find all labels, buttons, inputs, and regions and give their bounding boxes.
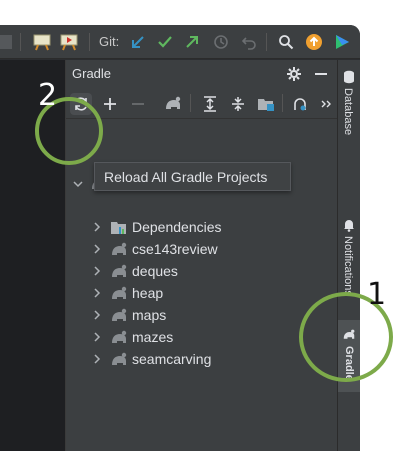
tree-item-label[interactable]: Dependencies	[132, 219, 222, 235]
tree-item-label[interactable]: mazes	[132, 329, 173, 345]
analyze-icon[interactable]	[289, 93, 311, 115]
bell-icon	[343, 218, 355, 237]
update-icon[interactable]	[304, 32, 324, 52]
reload-tooltip: Reload All Gradle Projects	[94, 162, 291, 191]
toolbar-separator	[89, 33, 90, 51]
chevron-right-icon[interactable]	[92, 266, 102, 276]
gradle-tool-window: Gradle Dependencies cse143review deques …	[66, 60, 337, 451]
add-icon[interactable]	[99, 93, 121, 115]
chevron-right-icon[interactable]	[92, 244, 102, 254]
tab-notifications[interactable]: Notifications	[342, 236, 354, 296]
tab-database[interactable]: Database	[342, 88, 354, 135]
elephant-icon	[110, 352, 128, 368]
elephant-icon	[110, 264, 128, 280]
git-commit-icon[interactable]	[155, 32, 175, 52]
record-icon[interactable]	[59, 32, 79, 52]
annotation-number-1: 1	[367, 277, 387, 312]
toolbar-separator	[282, 94, 283, 112]
chevron-right-icon[interactable]	[92, 310, 102, 320]
git-push-icon[interactable]	[182, 32, 202, 52]
git-label: Git:	[99, 34, 120, 49]
rollback-icon[interactable]	[239, 32, 259, 52]
git-update-icon[interactable]	[128, 32, 148, 52]
remove-icon[interactable]	[127, 93, 149, 115]
tree-item-label[interactable]: cse143review	[132, 241, 218, 257]
elephant-icon	[110, 286, 128, 302]
tree-item-label[interactable]: seamcarving	[132, 351, 211, 367]
module-icon[interactable]	[255, 93, 277, 115]
gradle-title: Gradle	[72, 66, 112, 81]
jetbrains-icon[interactable]	[332, 32, 352, 52]
database-icon	[343, 70, 355, 89]
presentation-icon[interactable]	[32, 32, 52, 52]
chevron-right-icon[interactable]	[92, 354, 102, 364]
gear-icon[interactable]	[283, 63, 305, 85]
expand-all-icon[interactable]	[199, 93, 221, 115]
gradle-header: Gradle	[66, 60, 337, 88]
collapse-all-icon[interactable]	[227, 93, 249, 115]
toolbar-separator	[20, 33, 21, 51]
chevron-right-icon[interactable]	[92, 222, 102, 232]
toolbar-edge-block	[0, 35, 12, 49]
history-icon[interactable]	[211, 32, 231, 52]
gradle-toolbar	[66, 88, 337, 119]
minimize-icon[interactable]	[310, 63, 332, 85]
elephant-icon	[110, 330, 128, 346]
tree-item-label[interactable]: maps	[132, 307, 166, 323]
annotation-number-2: 2	[38, 78, 58, 113]
chevron-down-icon[interactable]	[73, 179, 83, 189]
more-icon[interactable]	[315, 93, 337, 115]
right-tool-strip: Database Notifications Gradle	[337, 60, 360, 451]
main-toolbar: Git:	[0, 25, 360, 59]
toolbar-separator	[266, 33, 267, 51]
chevron-right-icon[interactable]	[92, 288, 102, 298]
elephant-icon[interactable]	[162, 93, 184, 115]
elephant-icon	[110, 308, 128, 324]
elephant-icon	[110, 242, 128, 258]
tree-item-label[interactable]: heap	[132, 285, 163, 301]
dependencies-icon	[110, 220, 128, 235]
toolbar-separator	[190, 94, 191, 112]
tree-item-label[interactable]: deques	[132, 263, 178, 279]
search-icon[interactable]	[276, 32, 296, 52]
chevron-right-icon[interactable]	[92, 332, 102, 342]
